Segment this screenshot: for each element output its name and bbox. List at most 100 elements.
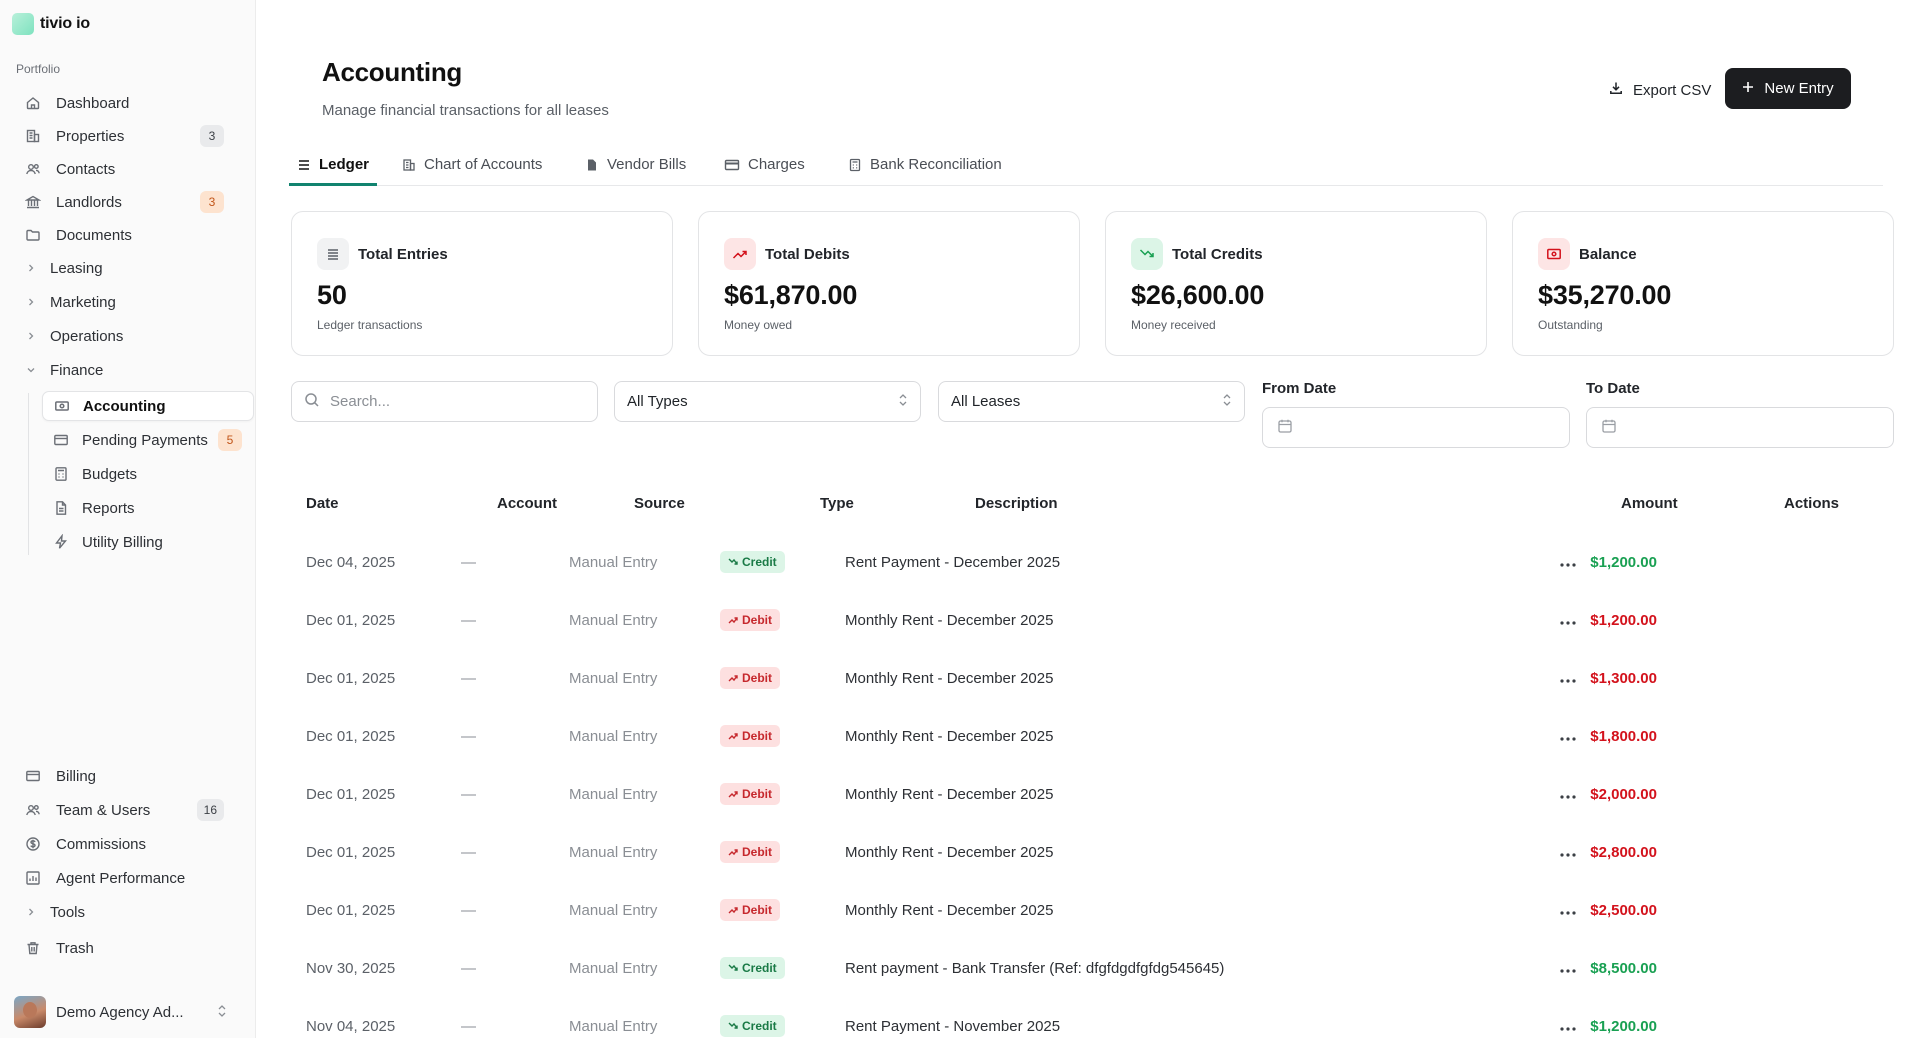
lease-select[interactable]: All Leases xyxy=(938,381,1245,422)
money-icon xyxy=(1538,238,1570,270)
sidebar-item-commissions[interactable]: Commissions xyxy=(16,830,228,858)
sidebar-item-dashboard[interactable]: Dashboard xyxy=(16,89,228,117)
cell-description: Monthly Rent - December 2025 xyxy=(845,727,1054,745)
stat-title: Total Credits xyxy=(1172,246,1263,263)
sidebar-item-finance[interactable]: Finance xyxy=(16,356,228,384)
row-actions-button[interactable] xyxy=(1547,591,1589,649)
sidebar-item-label: Team & Users xyxy=(56,801,151,819)
sidebar-item-budgets[interactable]: Budgets xyxy=(42,459,254,489)
from-date-input[interactable] xyxy=(1262,407,1570,448)
tab-vendor-bills[interactable]: Vendor Bills xyxy=(577,150,694,186)
page-title: Accounting xyxy=(322,57,462,87)
tab-charges[interactable]: Charges xyxy=(716,150,813,186)
table-row[interactable]: Dec 01, 2025 — Manual Entry Debit Monthl… xyxy=(289,707,1883,765)
to-date-input[interactable] xyxy=(1586,407,1894,448)
stat-note: Outstanding xyxy=(1538,318,1603,332)
export-csv-label: Export CSV xyxy=(1633,81,1712,99)
sidebar-item-trash[interactable]: Trash xyxy=(16,934,228,962)
cell-source: Manual Entry xyxy=(569,727,658,745)
sidebar-item-documents[interactable]: Documents xyxy=(16,221,228,249)
sidebar-item-tools[interactable]: Tools xyxy=(16,898,228,926)
cell-type: Debit xyxy=(720,765,780,823)
sidebar-item-landlords[interactable]: Landlords 3 xyxy=(16,188,228,216)
file-icon xyxy=(585,156,599,174)
tab-label: Vendor Bills xyxy=(607,156,687,173)
cell-account: — xyxy=(461,611,476,629)
new-entry-button[interactable]: New Entry xyxy=(1725,68,1851,109)
search-field[interactable] xyxy=(291,381,598,422)
more-horizontal-icon xyxy=(1560,960,1576,977)
sidebar-item-pending-payments[interactable]: Pending Payments 5 xyxy=(42,425,254,455)
sidebar-item-label: Tools xyxy=(50,903,86,921)
cell-date: Dec 01, 2025 xyxy=(306,669,396,687)
row-actions-button[interactable] xyxy=(1547,823,1589,881)
chevron-right-icon xyxy=(26,297,38,307)
cell-account: — xyxy=(461,669,476,687)
column-header-amount: Amount xyxy=(1621,495,1678,512)
avatar xyxy=(14,996,46,1028)
row-actions-button[interactable] xyxy=(1547,649,1589,707)
table-row[interactable]: Dec 01, 2025 — Manual Entry Debit Monthl… xyxy=(289,765,1883,823)
sidebar-item-contacts[interactable]: Contacts xyxy=(16,155,228,183)
type-select[interactable]: All Types xyxy=(614,381,921,422)
sidebar-item-operations[interactable]: Operations xyxy=(16,322,228,350)
sidebar-item-label: Utility Billing xyxy=(82,533,163,551)
stat-card-total-entries: Total Entries 50 Ledger transactions xyxy=(291,211,673,356)
cell-description: Monthly Rent - December 2025 xyxy=(845,785,1054,803)
stat-card-total-debits: Total Debits $61,870.00 Money owed xyxy=(698,211,1080,356)
chevron-updown-icon xyxy=(1222,393,1232,411)
table-row[interactable]: Nov 04, 2025 — Manual Entry Credit Rent … xyxy=(289,997,1883,1055)
brand[interactable]: tivio io xyxy=(12,13,90,35)
column-header-actions: Actions xyxy=(1784,495,1840,512)
table-row[interactable]: Dec 04, 2025 — Manual Entry Credit Rent … xyxy=(289,533,1883,591)
sidebar-item-billing[interactable]: Billing xyxy=(16,762,228,790)
tab-chart-of-accounts[interactable]: Chart of Accounts xyxy=(394,150,550,186)
sidebar-item-label: Contacts xyxy=(56,160,116,178)
chevron-updown-icon xyxy=(216,1004,228,1021)
sidebar-item-properties[interactable]: Properties 3 xyxy=(16,122,228,150)
row-actions-button[interactable] xyxy=(1547,939,1589,997)
table-row[interactable]: Dec 01, 2025 — Manual Entry Debit Monthl… xyxy=(289,649,1883,707)
row-actions-button[interactable] xyxy=(1547,707,1589,765)
sidebar-item-reports[interactable]: Reports xyxy=(42,493,254,523)
type-badge: Credit xyxy=(720,1015,785,1037)
sidebar-item-accounting[interactable]: Accounting xyxy=(42,391,254,421)
building-icon xyxy=(402,156,416,174)
type-badge: Credit xyxy=(720,551,785,573)
more-horizontal-icon xyxy=(1560,786,1576,803)
chevron-right-icon xyxy=(26,907,38,917)
table-row[interactable]: Dec 01, 2025 — Manual Entry Debit Monthl… xyxy=(289,591,1883,649)
sidebar-item-leasing[interactable]: Leasing xyxy=(16,254,228,282)
row-actions-button[interactable] xyxy=(1547,765,1589,823)
sidebar-item-agent-performance[interactable]: Agent Performance xyxy=(16,864,228,892)
column-header-date: Date xyxy=(306,495,339,512)
table-row[interactable]: Dec 01, 2025 — Manual Entry Debit Monthl… xyxy=(289,823,1883,881)
table-row[interactable]: Nov 30, 2025 — Manual Entry Credit Rent … xyxy=(289,939,1883,997)
chevron-right-icon xyxy=(26,263,38,273)
type-badge-label: Credit xyxy=(742,961,777,975)
search-input[interactable] xyxy=(330,393,570,410)
tab-ledger[interactable]: Ledger xyxy=(289,150,378,186)
list-icon xyxy=(297,156,311,174)
cell-source: Manual Entry xyxy=(569,959,658,977)
type-badge-label: Debit xyxy=(742,729,772,743)
cell-source: Manual Entry xyxy=(569,901,658,919)
calculator-icon xyxy=(848,156,862,174)
export-csv-button[interactable]: Export CSV xyxy=(1597,70,1723,110)
sidebar-item-label: Budgets xyxy=(82,465,138,483)
trending-up-icon xyxy=(728,613,738,627)
row-actions-button[interactable] xyxy=(1547,881,1589,939)
sidebar-item-utility-billing[interactable]: Utility Billing xyxy=(42,527,254,557)
sidebar-item-label: Landlords xyxy=(56,193,122,211)
stat-card-total-credits: Total Credits $26,600.00 Money received xyxy=(1105,211,1487,356)
sidebar-item-team-users[interactable]: Team & Users 16 xyxy=(16,796,228,824)
user-menu[interactable]: Demo Agency Ad... xyxy=(14,995,234,1029)
row-actions-button[interactable] xyxy=(1547,997,1589,1055)
cell-date: Nov 30, 2025 xyxy=(306,959,396,977)
row-actions-button[interactable] xyxy=(1547,533,1589,591)
tab-bank-reconciliation[interactable]: Bank Reconciliation xyxy=(840,150,1010,186)
sidebar-item-marketing[interactable]: Marketing xyxy=(16,288,228,316)
table-row[interactable]: Dec 01, 2025 — Manual Entry Debit Monthl… xyxy=(289,881,1883,939)
cell-description: Rent Payment - December 2025 xyxy=(845,553,1061,571)
sidebar-item-label: Reports xyxy=(82,499,135,517)
